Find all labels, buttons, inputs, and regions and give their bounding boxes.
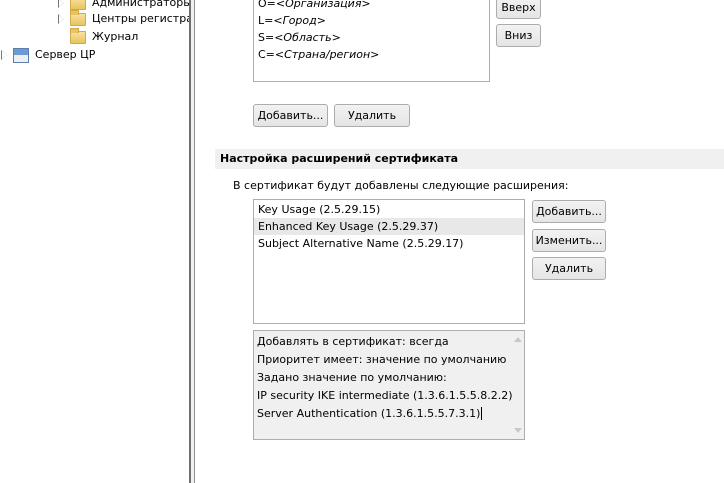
tree-item-journal[interactable]: Журнал <box>70 27 138 46</box>
list-item[interactable]: L=<Город> <box>254 12 489 29</box>
add-extension-button[interactable]: Добавить... <box>532 200 606 223</box>
move-up-button[interactable]: Вверх <box>496 0 541 19</box>
add-subject-button[interactable]: Добавить... <box>253 104 328 127</box>
move-down-button[interactable]: Вниз <box>496 24 541 47</box>
scroll-down-icon[interactable] <box>514 428 522 433</box>
folder-icon <box>70 9 86 26</box>
folder-icon <box>70 0 86 10</box>
extensions-intro: В сертификат будут добавлены следующие р… <box>233 179 569 192</box>
list-item[interactable]: S=<Область> <box>254 29 489 46</box>
subject-list[interactable]: O=<Организация> L=<Город> S=<Область> C=… <box>253 0 490 82</box>
list-item[interactable]: C=<Страна/регион> <box>254 46 489 63</box>
server-icon <box>13 47 29 63</box>
tree-item-ra-server[interactable]: Сервер ЦР <box>1 46 95 64</box>
expand-icon[interactable] <box>1 50 7 60</box>
pane-splitter[interactable] <box>189 0 195 483</box>
remove-extension-button[interactable]: Удалить <box>532 257 606 280</box>
expand-icon[interactable] <box>58 14 64 24</box>
extension-details-textarea[interactable]: Добавлять в сертификат: всегда Приоритет… <box>253 330 525 440</box>
extensions-list[interactable]: Key Usage (2.5.29.15) Enhanced Key Usage… <box>253 199 525 324</box>
edit-extension-button[interactable]: Изменить... <box>532 229 606 252</box>
folder-icon <box>70 27 86 44</box>
section-title: Настройка расширений сертификата <box>215 149 724 169</box>
list-item[interactable]: Key Usage (2.5.29.15) <box>254 201 524 218</box>
list-item[interactable]: Subject Alternative Name (2.5.29.17) <box>254 235 524 252</box>
list-item[interactable]: O=<Организация> <box>254 0 489 12</box>
remove-subject-button[interactable]: Удалить <box>334 104 410 127</box>
list-item-selected[interactable]: Enhanced Key Usage (2.5.29.37) <box>254 218 524 235</box>
expand-icon[interactable] <box>58 0 64 8</box>
scroll-up-icon[interactable] <box>514 337 522 342</box>
tree-item-registration-centers[interactable]: Центры регистра <box>58 9 193 28</box>
